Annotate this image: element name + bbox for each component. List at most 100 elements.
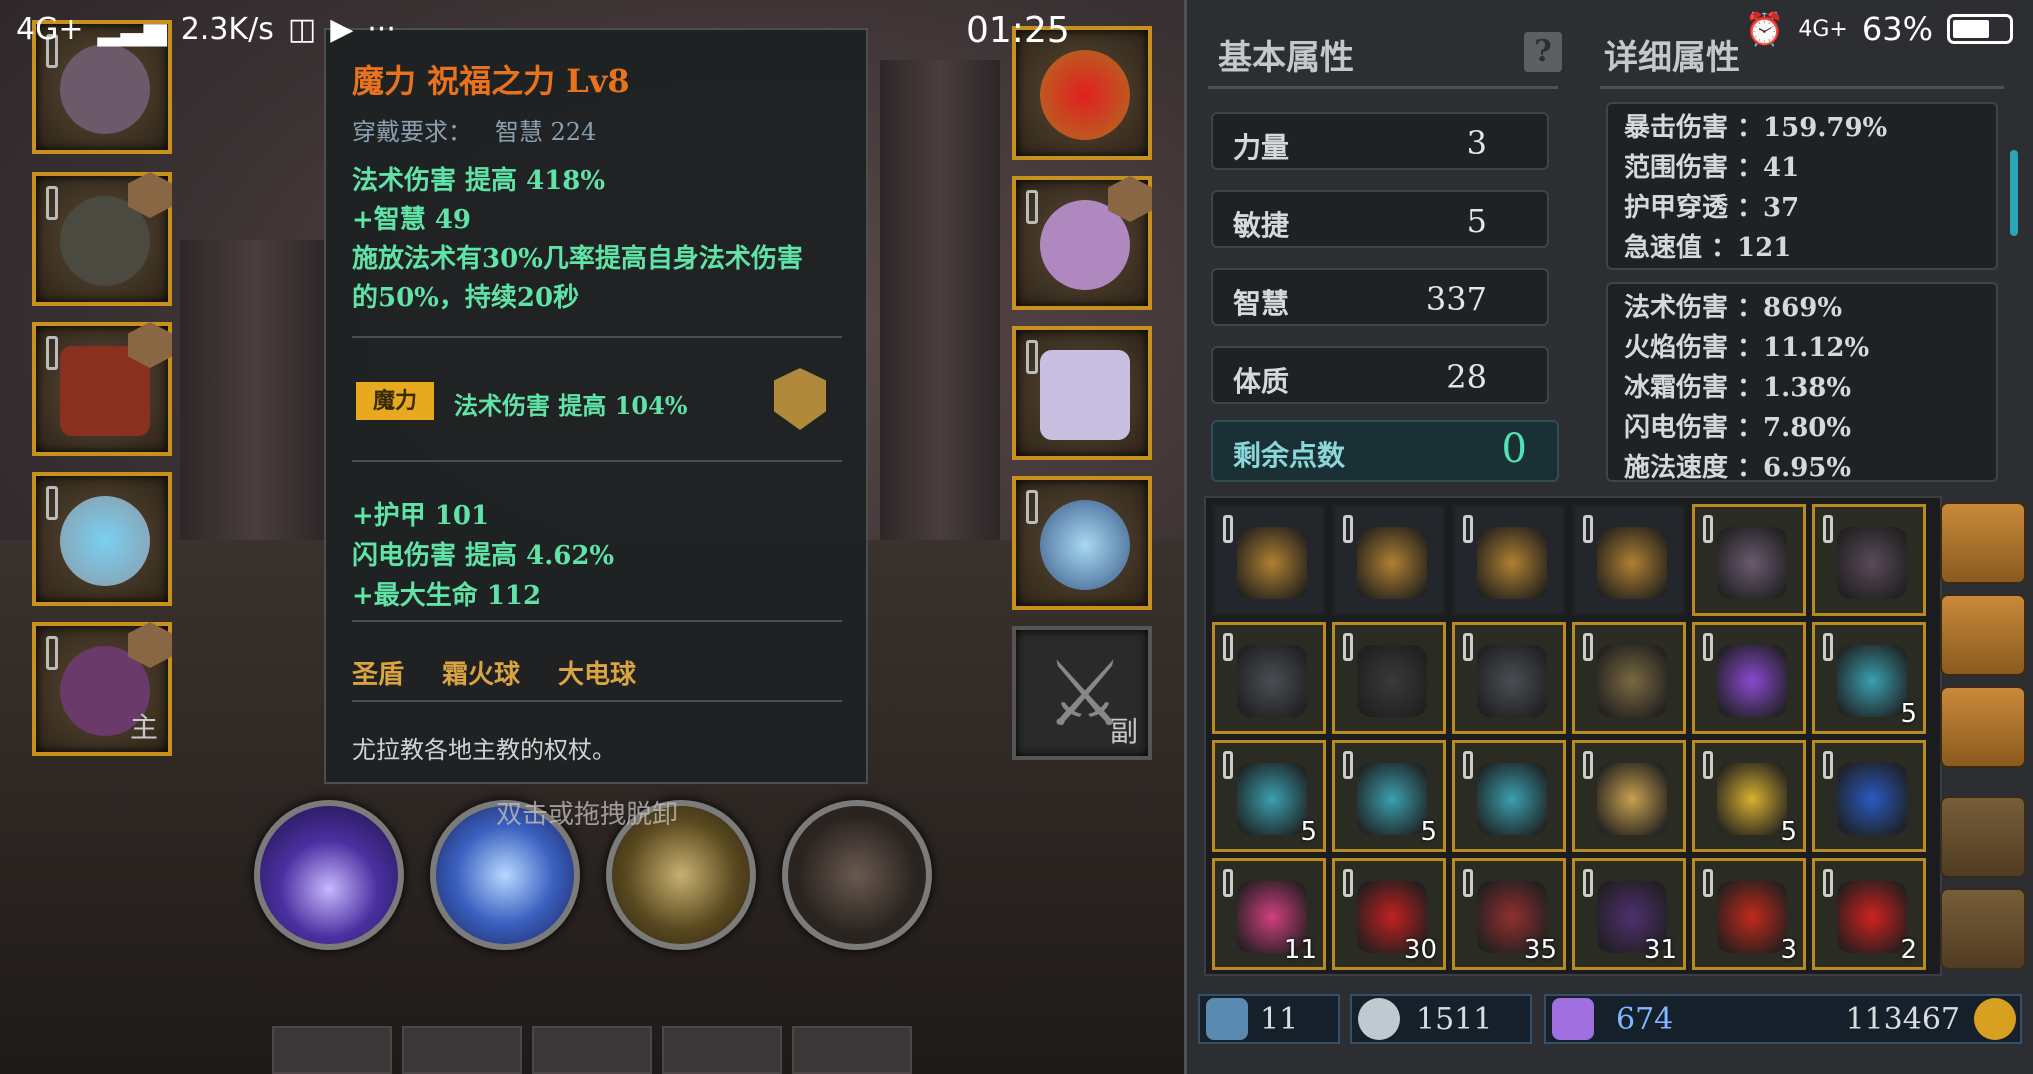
skill-name: 圣盾 (352, 660, 405, 690)
equip-slot-ring-2[interactable] (1012, 476, 1152, 610)
inventory-slot[interactable] (1452, 740, 1566, 852)
lock-icon (1343, 633, 1353, 661)
equip-slot-gloves[interactable] (1012, 176, 1152, 310)
currency-potion: 1511 (1350, 994, 1532, 1044)
signal-icon: ▂▃▅ (97, 12, 167, 47)
inventory-slot[interactable] (1212, 622, 1326, 734)
currency-wand: 11 (1198, 994, 1340, 1044)
stat-line: +护甲 101 (352, 501, 490, 531)
potion-icon (1358, 998, 1400, 1040)
network-indicator-right: 4G+ (1798, 16, 1848, 42)
inventory-slot[interactable] (1212, 504, 1326, 616)
equip-slot-boots[interactable] (1012, 326, 1152, 460)
divider (352, 700, 842, 702)
divider (1600, 86, 2004, 89)
scroll-icon (1837, 645, 1907, 717)
lock-icon (46, 486, 58, 520)
inventory-slot[interactable] (1572, 622, 1686, 734)
skill-name: 大电球 (558, 660, 637, 690)
skill-orb-lightning[interactable] (254, 800, 404, 950)
inventory-slot[interactable]: 5 (1812, 622, 1926, 734)
lock-icon (1223, 633, 1233, 661)
remaining-points[interactable]: 剩余点数 0 (1211, 420, 1559, 482)
bag-icon[interactable] (1940, 796, 2026, 878)
lock-icon (1703, 751, 1713, 779)
equip-slot-mainhand[interactable]: 主 (32, 622, 172, 756)
inventory-slot[interactable]: 5 (1332, 740, 1446, 852)
map-scroll-icon (1597, 763, 1667, 835)
item-count: 11 (1283, 935, 1317, 965)
bag-icon[interactable] (1940, 502, 2026, 584)
bag-icon[interactable] (1940, 594, 2026, 676)
stone-pillar (180, 240, 330, 590)
gauntlet-icon (1477, 645, 1547, 717)
inventory-slot[interactable]: 3 (1692, 858, 1806, 970)
bag-icon[interactable] (1940, 888, 2026, 970)
lock-icon (1343, 869, 1353, 897)
scroll-icon (1477, 763, 1547, 835)
inventory-slot[interactable]: 5 (1692, 740, 1806, 852)
item-extra-stats: +护甲 101 闪电伤害 提高 4.62% +最大生命 112 (352, 496, 614, 616)
backpack-icon (1357, 527, 1427, 599)
crystal-icon (1552, 998, 1594, 1040)
gem-icon (1717, 645, 1787, 717)
equip-slot-shoulder[interactable] (32, 172, 172, 306)
item-count: 2 (1900, 935, 1917, 965)
inventory-slot[interactable]: 2 (1812, 858, 1926, 970)
stat-line: +智慧 49 (352, 205, 472, 235)
lock-icon (46, 636, 58, 670)
inventory-slot[interactable] (1332, 504, 1446, 616)
lock-icon (1223, 751, 1233, 779)
stat-line: 施放法术有30%几率提高自身法术伤害 (352, 244, 803, 274)
armor-icon (1237, 645, 1307, 717)
detail-stats-combat: 暴击伤害 ：159.79% 范围伤害 ：41 护甲穿透 ：37 急速值 ：121 (1606, 102, 1998, 270)
equip-slot-chest[interactable] (32, 322, 172, 456)
inventory-slot[interactable] (1692, 622, 1806, 734)
bottom-tab[interactable] (662, 1026, 782, 1074)
scrollbar[interactable] (2010, 150, 2018, 236)
lock-icon (1463, 515, 1473, 543)
inventory-slot[interactable] (1812, 740, 1926, 852)
lock-icon (1463, 869, 1473, 897)
bottom-tab[interactable] (402, 1026, 522, 1074)
stat-constitution: 体质 28 (1211, 346, 1549, 404)
skill-orb-melee[interactable] (782, 800, 932, 950)
boots-icon (1040, 350, 1130, 440)
item-tooltip: 魔力 祝福之力 Lv8 穿戴要求： 智慧 224 法术伤害 提高 418% +智… (324, 28, 868, 784)
equip-slot-offhand[interactable]: ⚔ 副 (1012, 626, 1152, 760)
inventory-slot[interactable]: 31 (1572, 858, 1686, 970)
inventory-slot[interactable]: 35 (1452, 858, 1566, 970)
divider (1208, 86, 1558, 89)
bottom-tab[interactable] (792, 1026, 912, 1074)
bottom-tab[interactable] (272, 1026, 392, 1074)
item-requirement: 穿戴要求： 智慧 224 (352, 118, 597, 146)
network-speed: 2.3K/s (180, 12, 274, 47)
inventory-slot[interactable] (1692, 504, 1806, 616)
inventory-slot[interactable]: 11 (1212, 858, 1326, 970)
lock-icon (1583, 515, 1593, 543)
inventory-slot[interactable] (1452, 504, 1566, 616)
bag-icon[interactable] (1940, 686, 2026, 768)
inventory-slot[interactable] (1332, 622, 1446, 734)
lock-icon (1583, 869, 1593, 897)
stat-line: 的50%，持续20秒 (352, 283, 580, 313)
skill-name: 霜火球 (442, 660, 521, 690)
helmet-icon (1717, 527, 1787, 599)
video-icon: ▶ (330, 12, 354, 47)
divider (352, 460, 842, 462)
inventory-slot[interactable]: 5 (1212, 740, 1326, 852)
item-count: 31 (1643, 935, 1677, 965)
item-count: 3 (1780, 935, 1797, 965)
shield-rank-icon (774, 368, 826, 430)
inventory-slot[interactable] (1812, 504, 1926, 616)
item-count: 5 (1900, 699, 1917, 729)
inventory-slot[interactable] (1452, 622, 1566, 734)
inventory-slot[interactable]: 30 (1332, 858, 1446, 970)
amulet-icon (1597, 645, 1667, 717)
currency-crystal-gold: 674 113467 (1544, 994, 2022, 1044)
inventory-slot[interactable] (1572, 504, 1686, 616)
item-count: 35 (1523, 935, 1557, 965)
equip-slot-ring[interactable] (32, 472, 172, 606)
bottom-tab[interactable] (532, 1026, 652, 1074)
inventory-slot[interactable] (1572, 740, 1686, 852)
